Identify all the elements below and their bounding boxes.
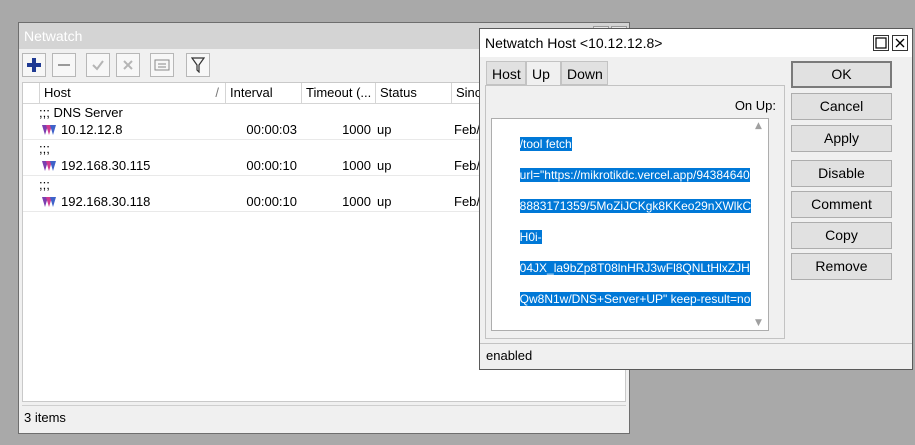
close-icon[interactable]	[892, 35, 908, 51]
netwatch-host-icon	[42, 161, 56, 171]
tab-down[interactable]: Down	[561, 61, 608, 85]
script-line: /tool fetch	[519, 136, 572, 151]
apply-button[interactable]: Apply	[791, 125, 892, 152]
cell-interval: 00:00:10	[246, 194, 297, 209]
cell-timeout: 1000	[342, 194, 371, 209]
row-comment: ;;;	[39, 141, 50, 156]
cell-status: up	[377, 158, 392, 173]
disable-icon	[123, 60, 133, 70]
enable-button[interactable]	[86, 53, 110, 77]
add-icon	[27, 58, 41, 72]
comment-button[interactable]: Comment	[791, 191, 892, 218]
disable-button[interactable]	[116, 53, 140, 77]
cell-status: up	[377, 194, 392, 209]
ok-button[interactable]: OK	[791, 61, 892, 88]
remove-icon	[58, 64, 70, 66]
cell-host: 192.168.30.118	[61, 194, 151, 209]
script-line: 04JX_la9bZp8T08lnHRJ3wFl8QNLtHlxZJH	[519, 260, 750, 275]
cell-timeout: 1000	[342, 122, 371, 137]
row-comment: ;;;	[39, 177, 50, 192]
script-line: Qw8N1w/DNS+Server+UP" keep-result=no;	[519, 291, 754, 306]
netwatch-host-icon	[42, 125, 56, 135]
scroll-down-icon[interactable]: ▼	[755, 318, 762, 328]
script-line: url="https://mikrotikdc.vercel.app/94384…	[519, 167, 750, 182]
cell-host: 10.12.12.8	[61, 122, 123, 137]
column-header-host[interactable]: Host /	[39, 83, 225, 103]
item-count: 3 items	[22, 405, 626, 429]
disable-button[interactable]: Disable	[791, 160, 892, 187]
filter-icon	[191, 57, 205, 73]
cell-status: up	[377, 122, 392, 137]
netwatch-host-dialog: Netwatch Host <10.12.12.8> Host Up Down …	[479, 28, 913, 370]
cell-since: Feb/	[454, 158, 481, 173]
copy-button[interactable]: Copy	[791, 222, 892, 249]
column-header-status[interactable]: Status	[375, 83, 451, 103]
dialog-title: Netwatch Host <10.12.12.8>	[485, 35, 663, 51]
row-comment: ;;; DNS Server	[39, 105, 123, 120]
maximize-icon[interactable]	[873, 35, 889, 51]
script-line: H0i-	[519, 229, 542, 244]
tab-up[interactable]: Up	[526, 61, 561, 86]
add-button[interactable]	[22, 53, 46, 77]
netwatch-host-icon	[42, 197, 56, 207]
remove-button[interactable]: Remove	[791, 253, 892, 280]
column-header-timeout[interactable]: Timeout (...	[301, 83, 375, 103]
dialog-status: enabled	[480, 343, 912, 369]
comment-icon	[154, 59, 170, 71]
dialog-titlebar[interactable]: Netwatch Host <10.12.12.8>	[480, 29, 912, 57]
sort-indicator: /	[215, 85, 219, 100]
cell-since: Feb/	[454, 122, 481, 137]
cell-timeout: 1000	[342, 158, 371, 173]
filter-button[interactable]	[186, 53, 210, 77]
cell-interval: 00:00:10	[246, 158, 297, 173]
window-title: Netwatch	[24, 28, 83, 44]
on-up-label: On Up:	[734, 98, 776, 113]
tab-host[interactable]: Host	[486, 61, 526, 85]
comment-button[interactable]	[150, 53, 174, 77]
script-line: 8883171359/5MoZiJCKgk8KKeo29nXWlkC	[519, 198, 752, 213]
on-up-script-textarea[interactable]: /tool fetch url="https://mikrotikdc.verc…	[491, 118, 769, 331]
cell-interval: 00:00:03	[246, 122, 297, 137]
script-selection: /tool fetch url="https://mikrotikdc.verc…	[493, 121, 754, 323]
scroll-up-icon[interactable]: ▲	[755, 121, 762, 131]
cell-since: Feb/	[454, 194, 481, 209]
column-header-interval[interactable]: Interval	[225, 83, 301, 103]
header-spacer	[23, 83, 39, 103]
cancel-button[interactable]: Cancel	[791, 93, 892, 120]
cell-host: 192.168.30.115	[61, 158, 151, 173]
textarea-scrollbar[interactable]: ▲ ▼	[751, 119, 768, 330]
tab-up-panel: On Up: /tool fetch url="https://mikrotik…	[485, 85, 785, 339]
enable-icon	[92, 60, 104, 71]
remove-button[interactable]	[52, 53, 76, 77]
